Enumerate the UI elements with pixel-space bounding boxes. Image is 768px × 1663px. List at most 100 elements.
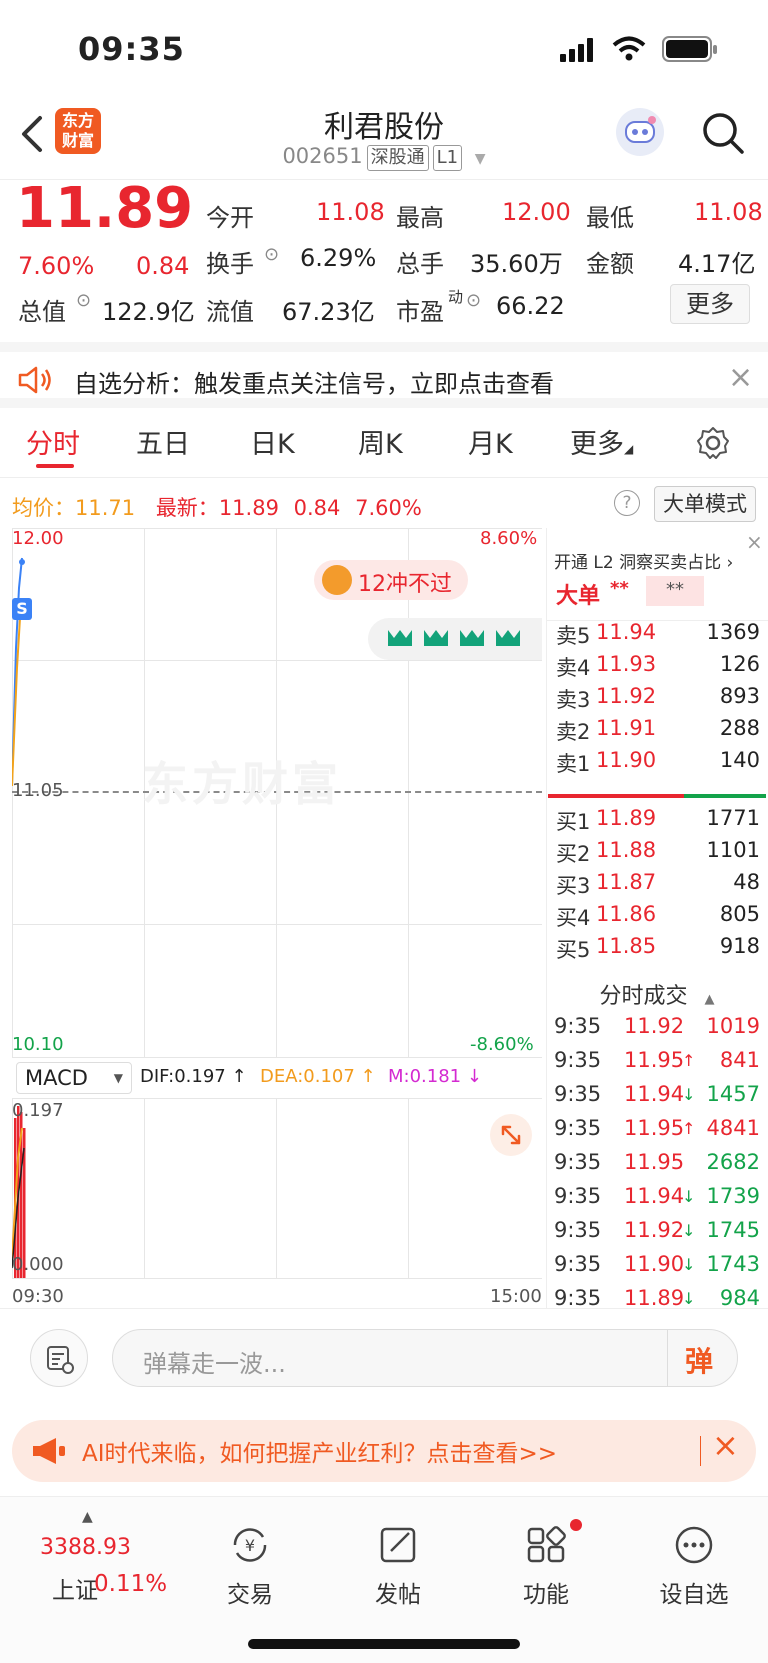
index-name[interactable]: 上证 bbox=[52, 1571, 98, 1605]
avg-value: 11.71 bbox=[75, 496, 136, 520]
trade-arrow-icon: ↓ bbox=[682, 1289, 696, 1308]
settings-gear-icon[interactable] bbox=[696, 426, 730, 460]
signal-banner[interactable]: 自选分析：触发重点关注信号，立即点击查看 × bbox=[0, 342, 768, 408]
trade-volume: 2682 bbox=[706, 1150, 760, 1174]
trades-collapse-icon: ▲ bbox=[704, 992, 715, 1007]
nav-functions-label: 功能 bbox=[523, 1582, 569, 1608]
ask-row[interactable]: 卖1 11.90 140 bbox=[554, 748, 760, 780]
turnover-label: 换手 bbox=[206, 250, 254, 278]
tab-daily-k[interactable]: 日K bbox=[250, 422, 295, 461]
tab-more[interactable]: 更多◢ bbox=[570, 422, 633, 461]
volume-label: 总手 bbox=[396, 250, 444, 278]
trade-arrow-icon: ↓ bbox=[682, 1255, 696, 1274]
more-dots-icon bbox=[675, 1526, 713, 1564]
turnover-info-icon[interactable]: ⊙ bbox=[264, 244, 279, 265]
bid-label: 买4 bbox=[556, 906, 591, 930]
trade-row: 9:35 11.95 ↑ 4841 bbox=[554, 1116, 760, 1150]
indicator-select[interactable]: MACD ▼ bbox=[16, 1062, 132, 1094]
mktcap-info-icon[interactable]: ⊙ bbox=[76, 290, 91, 311]
trade-volume: 1739 bbox=[706, 1184, 760, 1208]
bid-row[interactable]: 买1 11.89 1771 bbox=[554, 806, 760, 838]
ask-price: 11.94 bbox=[596, 620, 657, 644]
sell-marker[interactable]: S bbox=[12, 598, 32, 620]
ask-row[interactable]: 卖3 11.92 893 bbox=[554, 684, 760, 716]
nav-add-watchlist[interactable]: 设自选 bbox=[634, 1525, 754, 1609]
robot-avatar-icon[interactable] bbox=[616, 108, 664, 156]
svg-text:¥: ¥ bbox=[245, 1536, 255, 1555]
nav-functions[interactable]: 功能 bbox=[486, 1519, 606, 1609]
search-icon[interactable] bbox=[700, 110, 746, 156]
badge-mascot-icon bbox=[322, 565, 352, 595]
signal-strip[interactable] bbox=[368, 618, 542, 660]
stock-code: 002651 bbox=[282, 144, 363, 168]
signal-text: 自选分析：触发重点关注信号，立即点击查看 bbox=[74, 370, 554, 398]
ask-label: 卖3 bbox=[556, 688, 591, 712]
ask-volume: 126 bbox=[719, 652, 760, 676]
l2-promo[interactable]: 开通 L2 洞察买卖占比 › bbox=[554, 548, 733, 573]
ask-label: 卖1 bbox=[556, 752, 591, 776]
trade-price: 11.94 bbox=[624, 1184, 685, 1208]
high-label: 最高 bbox=[396, 204, 444, 232]
indicator-dropdown-icon: ▼ bbox=[113, 1071, 123, 1085]
x-axis-start: 09:30 bbox=[12, 1286, 64, 1307]
expand-icon[interactable] bbox=[490, 1114, 532, 1156]
tab-weekly-k[interactable]: 周K bbox=[358, 422, 403, 461]
level-tag: L1 bbox=[432, 145, 463, 171]
ask-label: 卖2 bbox=[556, 720, 591, 744]
turnover-value: 6.29% bbox=[300, 244, 377, 272]
tab-more-label: 更多 bbox=[570, 429, 624, 460]
danmaku-send-button[interactable]: 弹 bbox=[685, 1340, 713, 1380]
index-pct[interactable]: 0.11% bbox=[94, 1571, 167, 1597]
bid-row[interactable]: 买4 11.86 805 bbox=[554, 902, 760, 934]
macd-dif: DIF:0.197 ↑ bbox=[140, 1066, 247, 1087]
big-order-mode-button[interactable]: 大单模式 bbox=[654, 486, 756, 522]
bid-label: 买5 bbox=[556, 938, 591, 962]
signal-close-icon[interactable]: × bbox=[728, 360, 753, 395]
index-value[interactable]: 3388.93 bbox=[40, 1535, 131, 1560]
bid-row[interactable]: 买5 11.85 918 bbox=[554, 934, 760, 966]
comment-input[interactable]: 弹幕走一波... 弹 bbox=[112, 1329, 738, 1387]
float-label: 流值 bbox=[206, 298, 254, 326]
comment-bar: 弹幕走一波... 弹 bbox=[0, 1308, 768, 1400]
ad-banner[interactable]: AI时代来临，如何把握产业红利？点击查看>> × bbox=[12, 1420, 756, 1482]
ask-row[interactable]: 卖2 11.91 288 bbox=[554, 716, 760, 748]
bid-row[interactable]: 买3 11.87 48 bbox=[554, 870, 760, 902]
promo-close-icon[interactable]: × bbox=[746, 530, 763, 554]
trade-price: 11.95 bbox=[624, 1150, 685, 1174]
ask-row[interactable]: 卖4 11.93 126 bbox=[554, 652, 760, 684]
ask-row[interactable]: 卖5 11.94 1369 bbox=[554, 620, 760, 652]
trade-time: 9:35 bbox=[554, 1286, 602, 1310]
bid-price: 11.85 bbox=[596, 934, 657, 958]
danmaku-settings-icon[interactable] bbox=[30, 1329, 88, 1387]
ad-close-icon[interactable]: × bbox=[712, 1426, 739, 1464]
y-axis-mid: 11.05 bbox=[12, 780, 64, 801]
price-line-chart bbox=[12, 557, 25, 787]
trade-time: 9:35 bbox=[554, 1048, 602, 1072]
intraday-chart[interactable]: 东方财富 S 12冲不过 bbox=[12, 528, 542, 1058]
nav-trade[interactable]: ¥ 交易 bbox=[190, 1525, 310, 1609]
tab-five-day[interactable]: 五日 bbox=[136, 422, 190, 461]
wifi-icon bbox=[612, 36, 646, 61]
trades-title[interactable]: 分时成交 ▲ bbox=[554, 978, 760, 1010]
latest-pct: 7.60% bbox=[355, 496, 422, 520]
y-axis-top-pct: 8.60% bbox=[480, 528, 538, 549]
macd-chart[interactable]: 0.197 0.000 bbox=[12, 1098, 542, 1279]
nav-post[interactable]: 发帖 bbox=[338, 1525, 458, 1609]
indicator-select-label: MACD bbox=[25, 1066, 88, 1090]
ask-price: 11.93 bbox=[596, 652, 657, 676]
tab-monthly-k[interactable]: 月K bbox=[468, 422, 513, 461]
macd-y-bottom: 0.000 bbox=[12, 1254, 64, 1275]
current-price: 11.89 bbox=[16, 176, 194, 241]
tab-intraday[interactable]: 分时 bbox=[26, 422, 80, 461]
trade-volume: 1019 bbox=[706, 1014, 760, 1038]
trade-price: 11.92 bbox=[624, 1014, 685, 1038]
help-icon[interactable]: ? bbox=[614, 490, 640, 516]
pe-info-icon[interactable]: ⊙ bbox=[466, 290, 481, 311]
status-time: 09:35 bbox=[78, 30, 185, 68]
resistance-badge[interactable]: 12冲不过 bbox=[314, 560, 468, 600]
bid-price: 11.89 bbox=[596, 806, 657, 830]
more-button[interactable]: 更多 bbox=[670, 284, 750, 324]
big-order-buy: ** bbox=[610, 578, 629, 599]
macd-m: M:0.181 ↓ bbox=[388, 1066, 482, 1087]
bid-row[interactable]: 买2 11.88 1101 bbox=[554, 838, 760, 870]
